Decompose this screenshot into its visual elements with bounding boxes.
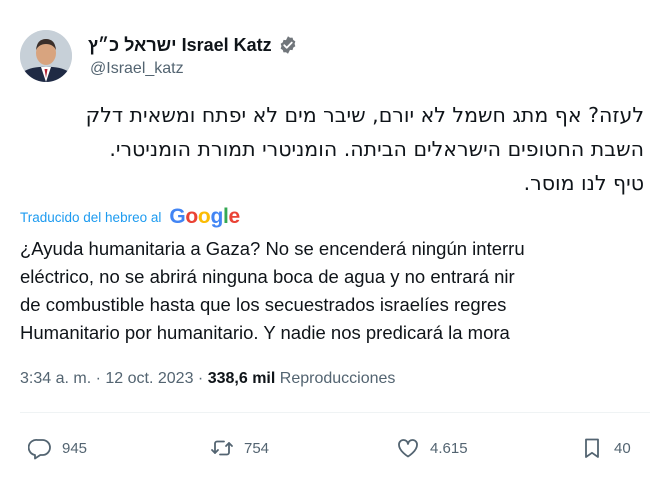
- heart-icon: [398, 439, 418, 458]
- divider: [20, 412, 650, 413]
- original-line: השבת החטופים הישראלים הביתה. הומניטרי תמ…: [109, 137, 644, 161]
- like-button[interactable]: 4.615: [396, 436, 468, 460]
- translation-line: eléctrico, no se abrirá ninguna boca de …: [20, 266, 515, 287]
- original-line: טיף לנו מוסר.: [523, 171, 644, 195]
- reply-button[interactable]: 945: [28, 436, 87, 460]
- meta-separator: ·: [197, 370, 204, 387]
- tweet-original-text: לעזה? אף מתג חשמל לא יורם, שיבר מים לא י…: [0, 98, 644, 200]
- tweet-date[interactable]: 12 oct. 2023: [105, 370, 193, 387]
- translation-line: de combustible hasta que los secuestrado…: [20, 294, 507, 315]
- retweet-count: 754: [244, 439, 270, 457]
- meta-separator: ·: [95, 370, 101, 387]
- original-line: לעזה? אף מתג חשמל לא יורם, שיבר מים לא י…: [85, 103, 644, 127]
- views-count: 338,6 mil: [207, 370, 276, 387]
- translation-line: ¿Ayuda humanitaria a Gaza? No se encende…: [20, 238, 525, 259]
- author-name-row[interactable]: ישראל כ״ץ Israel Katz: [88, 33, 298, 57]
- like-count: 4.615: [430, 439, 468, 457]
- action-bar: 945 754 4.615 40: [0, 436, 650, 468]
- translation-line: Humanitario por humanitario. Y nadie nos…: [20, 322, 510, 343]
- retweet-button[interactable]: 754: [210, 436, 269, 460]
- tweet-time[interactable]: 3:34 a. m.: [20, 370, 91, 387]
- tweet-translated-text: ¿Ayuda humanitaria a Gaza? No se encende…: [20, 235, 525, 347]
- bookmark-button[interactable]: 40: [580, 436, 631, 460]
- author-handle[interactable]: @Israel_katz: [90, 60, 184, 78]
- avatar[interactable]: [20, 30, 72, 82]
- bookmark-count: 40: [614, 439, 631, 457]
- author-display-name[interactable]: ישראל כ״ץ Israel Katz: [88, 35, 272, 56]
- views-label: Reproducciones: [279, 370, 396, 387]
- translated-from-label[interactable]: Traducido del hebreo al: [20, 210, 161, 225]
- verified-badge-icon: [280, 36, 296, 54]
- reply-icon: [28, 439, 51, 460]
- bookmark-icon: [585, 438, 599, 458]
- google-logo: Google: [169, 205, 240, 228]
- translation-attribution[interactable]: Traducido del hebreo al Google: [20, 205, 240, 229]
- reply-count: 945: [62, 439, 88, 457]
- retweet-icon: [211, 440, 233, 456]
- tweet-meta: 3:34 a. m. · 12 oct. 2023 · 338,6 mil Re…: [20, 370, 395, 388]
- profile-photo: [20, 30, 72, 82]
